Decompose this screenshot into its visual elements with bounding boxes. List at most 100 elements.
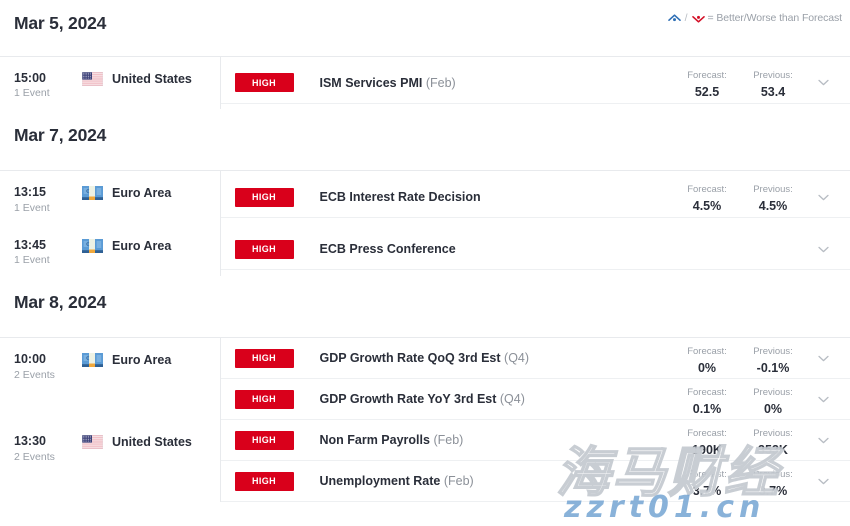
forecast-label: Forecast: <box>687 386 727 398</box>
chevron-down-icon[interactable] <box>806 396 840 403</box>
date-heading: Mar 7, 2024 <box>14 125 107 146</box>
country-block: € Euro Area <box>82 238 171 253</box>
events-cell: HIGH Non Farm Payrolls (Feb) Forecast: 190K… <box>220 420 850 503</box>
forecast-label: Forecast: <box>687 427 727 439</box>
forecast-label: Forecast: <box>687 70 727 82</box>
event-count: 2 Events <box>14 368 55 381</box>
forecast-stat: Forecast: 190K <box>674 423 740 458</box>
event-title[interactable]: Non Farm Payrolls (Feb) <box>294 433 675 447</box>
chevron-down-icon[interactable] <box>806 194 840 201</box>
event-title[interactable]: ISM Services PMI (Feb) <box>294 76 675 90</box>
country-block: € Euro Area <box>82 352 172 368</box>
forecast-value: 0% <box>697 360 717 375</box>
impact-badge-high: HIGH <box>234 348 294 368</box>
svg-text:€: € <box>86 190 90 196</box>
country-block: United States <box>82 434 192 450</box>
impact-badge-high: HIGH <box>234 389 294 409</box>
calendar-group-row: 10:00 2 Events € Euro Area HIGH GDP Growth Ra… <box>0 338 850 421</box>
country-name: United States <box>112 72 192 86</box>
event-stats: Forecast: 52.5 Previous: 53.4 <box>674 65 806 100</box>
event-row[interactable]: HIGH ECB Press Conference <box>220 229 850 271</box>
event-title[interactable]: ECB Interest Rate Decision <box>294 190 675 204</box>
svg-text:€: € <box>86 356 90 362</box>
event-title[interactable]: GDP Growth Rate QoQ 3rd Est (Q4) <box>294 351 675 365</box>
flag-eu-icon: € <box>82 238 103 253</box>
time-block: 15:00 1 Event <box>14 71 82 99</box>
time-block: 13:30 2 Events <box>14 434 82 462</box>
day-block: 13:15 1 Event € Euro Area HIGH ECB Interest R… <box>0 170 850 277</box>
forecast-value: 52.5 <box>694 85 720 100</box>
event-row[interactable]: HIGH ECB Interest Rate Decision Forecast: 4… <box>220 177 850 219</box>
event-row[interactable]: HIGH GDP Growth Rate QoQ 3rd Est (Q4) Fore… <box>220 338 850 380</box>
event-count: 1 Event <box>14 201 50 214</box>
previous-stat: Previous: 4.5% <box>740 179 806 214</box>
chevron-down-icon[interactable] <box>806 246 840 253</box>
event-row[interactable]: HIGH GDP Growth Rate YoY 3rd Est (Q4) Fore… <box>220 379 850 421</box>
event-title[interactable]: GDP Growth Rate YoY 3rd Est (Q4) <box>294 392 675 406</box>
chevron-down-icon[interactable] <box>806 478 840 485</box>
previous-value: 53.4 <box>760 85 786 100</box>
previous-label: Previous: <box>753 427 793 439</box>
day-block: 15:00 1 Event United States HIGH ISM Service… <box>0 56 850 110</box>
previous-label: Previous: <box>753 70 793 82</box>
event-count: 1 Event <box>14 87 50 100</box>
calendar-content: Mar 5, 2024 15:00 1 Event United States HIGH… <box>0 0 850 503</box>
previous-label: Previous: <box>753 386 793 398</box>
event-title[interactable]: ECB Press Conference <box>294 242 675 256</box>
flag-eu-icon: € <box>82 353 103 368</box>
events-cell: HIGH ECB Press Conference <box>220 224 850 276</box>
event-row[interactable]: HIGH Unemployment Rate (Feb) Forecast: 3.7%… <box>220 461 850 503</box>
chevron-down-icon[interactable] <box>806 437 840 444</box>
country-name: Euro Area <box>112 353 172 368</box>
forecast-stat: Forecast: 0.1% <box>674 382 740 417</box>
time-country-cell: 13:30 2 Events United States <box>0 420 221 503</box>
forecast-label: Forecast: <box>687 345 727 357</box>
calendar-group-row: 13:45 1 Event € Euro Area HIGH ECB Press Conf… <box>0 223 850 277</box>
event-time: 15:00 <box>14 71 46 85</box>
forecast-value: 0.1% <box>692 401 722 416</box>
previous-value: 353K <box>758 442 788 457</box>
event-stats: Forecast: 4.5% Previous: 4.5% <box>674 179 806 214</box>
event-row[interactable]: HIGH Non Farm Payrolls (Feb) Forecast: 190K… <box>220 420 850 462</box>
event-period: (Feb) <box>433 433 464 448</box>
svg-text:€: € <box>86 242 90 248</box>
event-period: (Q4) <box>504 351 530 366</box>
events-cell: HIGH ECB Interest Rate Decision Forecast: 4… <box>220 171 850 223</box>
event-period: (Feb) <box>443 474 474 489</box>
previous-value: 0% <box>763 401 783 416</box>
flag-us-icon <box>82 435 103 450</box>
calendar-group-row: 15:00 1 Event United States HIGH ISM Service… <box>0 57 850 110</box>
events-cell: HIGH GDP Growth Rate QoQ 3rd Est (Q4) Fore… <box>220 338 850 421</box>
flag-eu-icon: € <box>82 186 103 201</box>
forecast-stat: Forecast: 3.7% <box>674 464 740 499</box>
event-count: 1 Event <box>14 254 50 267</box>
country-name: Euro Area <box>112 186 172 201</box>
previous-label: Previous: <box>753 184 793 196</box>
event-time: 13:45 <box>14 237 46 252</box>
chevron-down-icon[interactable] <box>806 79 840 86</box>
previous-label: Previous: <box>753 468 793 480</box>
chevron-down-icon[interactable] <box>806 355 840 362</box>
calendar-group-row: 13:30 2 Events United States HIGH Non Farm P… <box>0 420 850 503</box>
economic-calendar: / = Better/Worse than Forecast Mar 5, 20… <box>0 0 850 526</box>
country-name: Euro Area <box>112 238 172 253</box>
event-title[interactable]: Unemployment Rate (Feb) <box>294 474 675 488</box>
event-row[interactable]: HIGH ISM Services PMI (Feb) Forecast: 52.5 P… <box>220 63 850 104</box>
previous-value: 3.7% <box>758 483 788 498</box>
impact-badge-high: HIGH <box>234 239 294 259</box>
day-block: 10:00 2 Events € Euro Area HIGH GDP Growth Ra… <box>0 337 850 503</box>
previous-stat: Previous: 353K <box>740 423 806 458</box>
time-country-cell: 10:00 2 Events € Euro Area <box>0 338 221 421</box>
previous-stat: Previous: 0% <box>740 382 806 417</box>
time-country-cell: 13:15 1 Event € Euro Area <box>0 171 221 224</box>
forecast-value: 190K <box>692 442 722 457</box>
event-stats: Forecast: 0% Previous: -0.1% <box>674 341 806 376</box>
arrow-up-icon <box>667 13 681 24</box>
forecast-value: 4.5% <box>692 199 722 214</box>
previous-value: -0.1% <box>756 360 790 375</box>
previous-stat: Previous: -0.1% <box>740 341 806 376</box>
date-heading: Mar 8, 2024 <box>14 292 107 313</box>
